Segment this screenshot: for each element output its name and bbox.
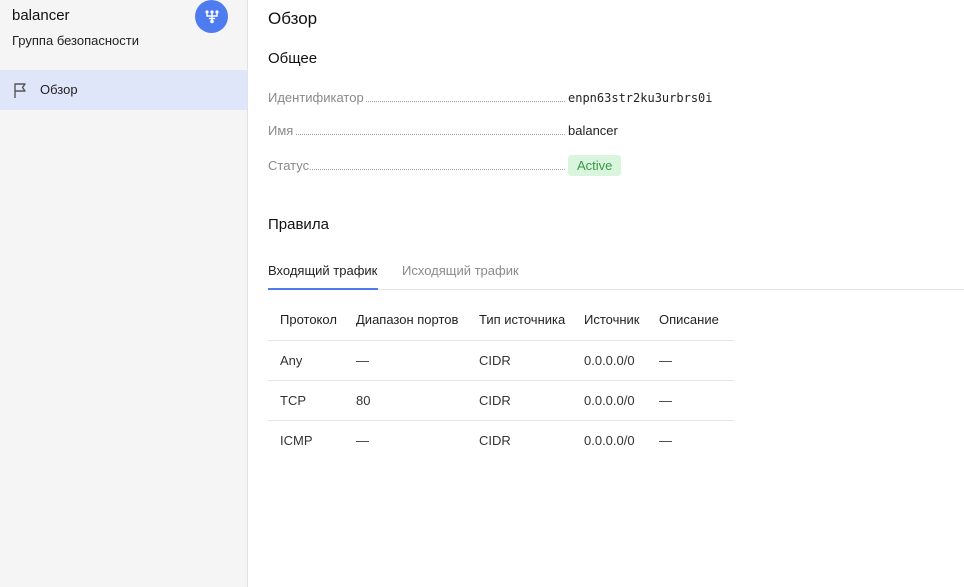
cell-protocol: TCP <box>268 380 344 421</box>
field-id-value: enpn63str2ku3urbrs0i <box>568 91 713 105</box>
field-id-label: Идентификатор <box>268 90 365 105</box>
traffic-tabs: Входящий трафик Исходящий трафик <box>268 263 964 290</box>
sidebar-item-overview[interactable]: Обзор <box>0 70 247 110</box>
general-heading: Общее <box>268 50 318 67</box>
cell-port-range: — <box>344 340 467 381</box>
column-header: Описание <box>647 300 734 341</box>
resource-title: balancer <box>12 7 70 24</box>
table-row: ICMP — CIDR 0.0.0.0/0 — <box>268 420 734 460</box>
cell-description: — <box>647 340 734 381</box>
rules-table: Протокол Диапазон портов Тип источника И… <box>268 300 734 460</box>
cell-source-type: CIDR <box>479 432 511 448</box>
cell-protocol: Any <box>268 340 344 381</box>
cell-description: — <box>647 380 734 421</box>
cell-source: 0.0.0.0/0 <box>572 340 647 381</box>
column-header: Источник <box>572 300 647 341</box>
network-icon <box>195 0 228 33</box>
field-status-label: Статус <box>268 158 311 173</box>
leader-dots <box>296 134 565 135</box>
field-name-value: balancer <box>568 123 618 138</box>
table-header-row: Протокол Диапазон портов Тип источника И… <box>268 300 734 341</box>
sidebar-item-label: Обзор <box>40 82 78 97</box>
resource-type: Группа безопасности <box>12 33 139 48</box>
main-content: Обзор Общее Идентификатор enpn63str2ku3u… <box>268 0 964 587</box>
cell-port-range: — <box>356 432 369 448</box>
field-name-label: Имя <box>268 123 295 138</box>
cell-source-type: CIDR <box>467 380 572 421</box>
cell-source: 0.0.0.0/0 <box>584 432 635 448</box>
cell-port-range: 80 <box>344 380 467 421</box>
page-title: Обзор <box>268 9 318 28</box>
field-id: Идентификатор enpn63str2ku3urbrs0i <box>268 90 728 108</box>
field-name: Имя balancer <box>268 123 728 141</box>
cell-source-type: CIDR <box>467 340 572 381</box>
tab-egress[interactable]: Исходящий трафик <box>402 263 519 290</box>
sidebar: balancer Группа безопасности Обзор <box>0 0 248 587</box>
column-header: Тип источника <box>467 300 572 341</box>
cell-protocol: ICMP <box>280 432 313 448</box>
status-badge: Active <box>568 155 622 176</box>
leader-dots <box>310 169 565 170</box>
rules-heading: Правила <box>268 216 329 233</box>
column-header: Протокол <box>268 300 344 341</box>
cell-description: — <box>659 432 672 448</box>
table-row: Any — CIDR 0.0.0.0/0 — <box>268 340 734 381</box>
flag-icon <box>13 82 29 99</box>
cell-source: 0.0.0.0/0 <box>572 380 647 421</box>
leader-dots <box>366 101 565 102</box>
tab-ingress[interactable]: Входящий трафик <box>268 263 378 290</box>
column-header: Диапазон портов <box>344 300 467 341</box>
field-status: Статус Active <box>268 155 728 176</box>
table-row: TCP 80 CIDR 0.0.0.0/0 — <box>268 380 734 421</box>
